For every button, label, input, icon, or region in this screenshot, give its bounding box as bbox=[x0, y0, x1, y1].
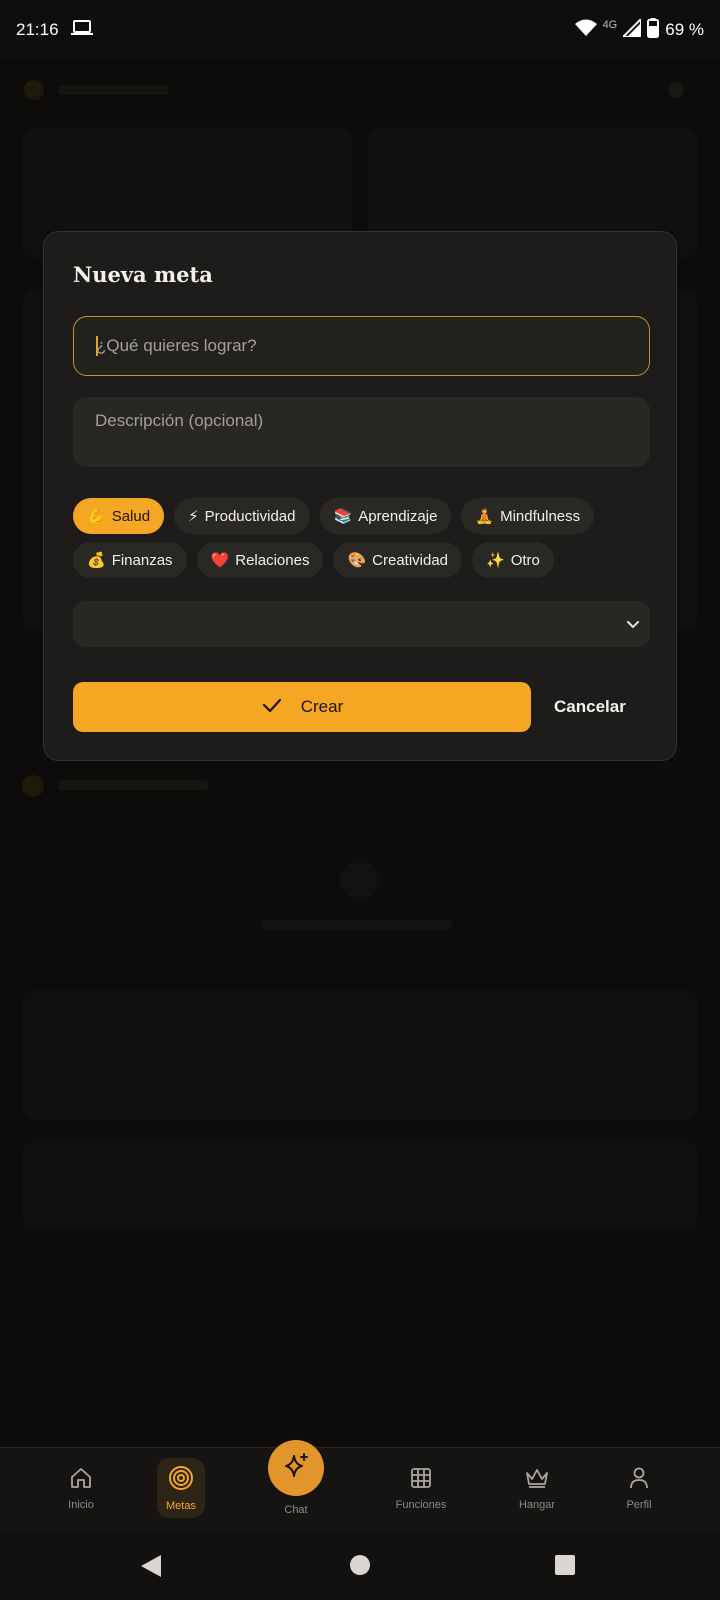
nav-item-perfil[interactable]: Perfil bbox=[597, 1458, 681, 1518]
books-icon: 📚 bbox=[333, 508, 353, 525]
recents-square-icon[interactable] bbox=[554, 1554, 576, 1581]
person-icon bbox=[627, 1466, 651, 1495]
home-icon bbox=[69, 1466, 93, 1495]
chevron-down-icon bbox=[622, 613, 644, 640]
chip-label: Productividad bbox=[204, 507, 296, 525]
money-bag-icon: 💰 bbox=[87, 552, 106, 569]
chip-label: Finanzas bbox=[111, 551, 173, 569]
lightning-icon: ⚡ bbox=[188, 508, 199, 525]
nav-label: Perfil bbox=[626, 1498, 652, 1511]
bottom-navigation: Inicio Metas Chat Funciones Hangar Perfi… bbox=[0, 1440, 720, 1532]
check-icon bbox=[261, 694, 283, 721]
category-chip-salud[interactable]: 💪 Salud bbox=[73, 498, 165, 534]
wifi-icon bbox=[574, 19, 597, 42]
status-time: 21:16 bbox=[16, 20, 59, 39]
category-chip-aprendizaje[interactable]: 📚 Aprendizaje bbox=[319, 498, 452, 534]
system-navigation-bar bbox=[0, 1532, 720, 1600]
create-button-label: Crear bbox=[300, 697, 344, 716]
new-goal-dialog: Nueva meta 💪 Salud ⚡ Productividad 📚 Apr… bbox=[43, 231, 677, 761]
network-type: 4G bbox=[602, 19, 618, 31]
cancel-button[interactable]: Cancelar bbox=[554, 682, 626, 732]
nav-label-chat: Chat bbox=[284, 1504, 308, 1516]
text-cursor bbox=[96, 336, 98, 356]
nav-label: Metas bbox=[166, 1499, 196, 1512]
category-chip-finanzas[interactable]: 💰 Finanzas bbox=[73, 542, 187, 578]
home-circle-icon[interactable] bbox=[349, 1554, 371, 1581]
dialog-title: Nueva meta bbox=[73, 262, 213, 287]
chat-fab-button[interactable] bbox=[268, 1440, 324, 1496]
goal-dropdown-select[interactable] bbox=[73, 601, 650, 647]
sparkle-icon bbox=[281, 1451, 311, 1486]
category-chips-row-2: 💰 Finanzas ❤️ Relaciones 🎨 Creatividad ✨… bbox=[73, 542, 554, 578]
nav-label: Funciones bbox=[395, 1498, 447, 1511]
status-bar: 21:16 4G 69 % bbox=[0, 0, 720, 60]
category-chip-otro[interactable]: ✨ Otro bbox=[472, 542, 554, 578]
nav-label: Inicio bbox=[68, 1498, 94, 1511]
nav-item-inicio[interactable]: Inicio bbox=[39, 1458, 123, 1518]
create-button[interactable]: Crear bbox=[73, 682, 531, 732]
battery-percentage: 69 % bbox=[665, 20, 704, 39]
target-icon bbox=[168, 1465, 194, 1496]
chip-label: Aprendizaje bbox=[358, 507, 438, 525]
nav-item-funciones[interactable]: Funciones bbox=[379, 1458, 463, 1518]
meditation-icon: 🧘 bbox=[475, 508, 495, 525]
nav-item-metas[interactable]: Metas bbox=[157, 1458, 205, 1518]
chip-label: Salud bbox=[111, 507, 151, 525]
category-chip-creatividad[interactable]: 🎨 Creatividad bbox=[333, 542, 463, 578]
category-chip-mindfulness[interactable]: 🧘 Mindfulness bbox=[461, 498, 595, 534]
goal-title-input[interactable] bbox=[73, 316, 650, 376]
category-chips-row-1: 💪 Salud ⚡ Productividad 📚 Aprendizaje 🧘 … bbox=[73, 498, 595, 534]
back-icon[interactable] bbox=[140, 1554, 162, 1583]
goal-description-input[interactable] bbox=[73, 397, 650, 467]
chip-label: Mindfulness bbox=[500, 507, 581, 525]
battery-icon bbox=[647, 17, 660, 43]
signal-icon bbox=[620, 16, 643, 42]
grid-icon bbox=[409, 1466, 433, 1495]
chip-label: Otro bbox=[510, 551, 540, 569]
heart-icon: ❤️ bbox=[210, 552, 230, 569]
category-chip-relaciones[interactable]: ❤️ Relaciones bbox=[196, 542, 324, 578]
chip-label: Creatividad bbox=[372, 551, 449, 569]
chip-label: Relaciones bbox=[235, 551, 310, 569]
crown-icon bbox=[524, 1466, 550, 1495]
flexed-arm-icon: 💪 bbox=[87, 508, 106, 525]
nav-item-hangar[interactable]: Hangar bbox=[495, 1458, 579, 1518]
category-chip-productividad[interactable]: ⚡ Productividad bbox=[174, 498, 310, 534]
nav-label: Hangar bbox=[518, 1498, 556, 1511]
palette-icon: 🎨 bbox=[347, 552, 367, 569]
sparkles-icon: ✨ bbox=[486, 552, 505, 569]
laptop-icon bbox=[70, 19, 93, 41]
